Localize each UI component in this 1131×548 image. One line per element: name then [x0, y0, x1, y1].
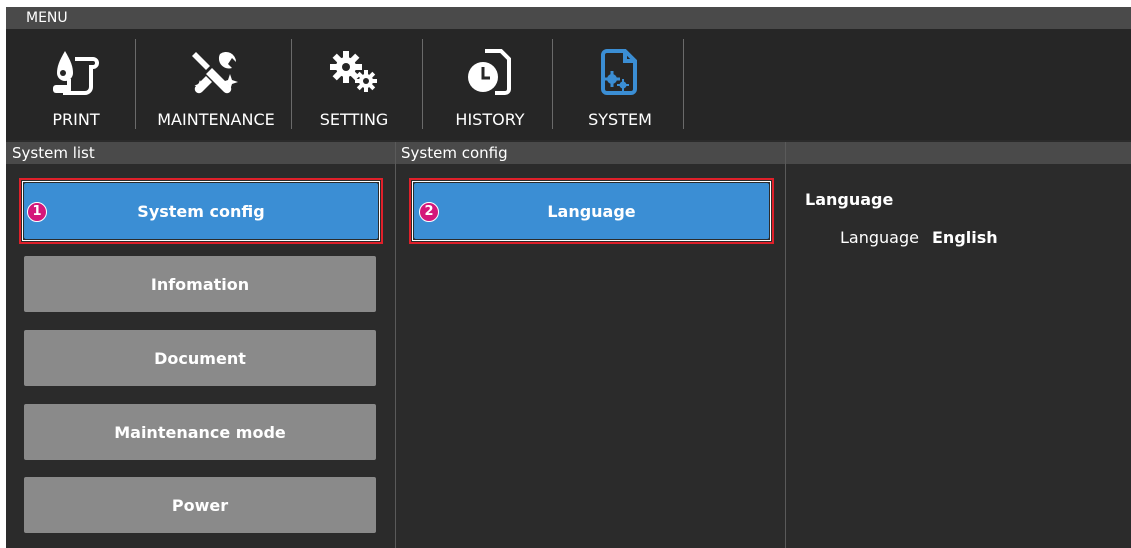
details-title: Language — [805, 190, 894, 209]
toolbar-divider — [135, 39, 136, 129]
system-config-panel: Language 2 — [396, 164, 785, 548]
language-key: Language — [840, 228, 919, 247]
toolbar-maintenance-button[interactable]: MAINTENANCE — [143, 39, 289, 129]
toolbar-maintenance-label: MAINTENANCE — [157, 110, 275, 129]
toolbar-divider — [552, 39, 553, 129]
toolbar-system-label: SYSTEM — [588, 110, 652, 129]
toolbar-divider — [291, 39, 292, 129]
details-header — [785, 142, 1131, 164]
print-icon — [46, 43, 106, 100]
system-list-panel: System config 1 Infomation Document Main… — [6, 164, 395, 548]
toolbar-history-button[interactable]: HISTORY — [430, 39, 550, 129]
toolbar-setting-button[interactable]: SETTING — [299, 39, 409, 129]
step-marker-1: 1 — [27, 202, 47, 222]
power-button[interactable]: Power — [24, 477, 376, 533]
toolbar-divider — [422, 39, 423, 129]
toolbar-history-label: HISTORY — [455, 110, 525, 129]
setting-icon — [324, 43, 384, 100]
step-marker-2: 2 — [419, 202, 439, 222]
language-value: English — [932, 228, 998, 247]
document-button[interactable]: Document — [24, 330, 376, 386]
system-config-header: System config — [395, 142, 785, 164]
toolbar-print-button[interactable]: PRINT — [26, 39, 126, 129]
maintenance-mode-button[interactable]: Maintenance mode — [24, 404, 376, 460]
toolbar-print-label: PRINT — [52, 110, 100, 129]
main-toolbar: PRINT MAINTENANCE SETTING HISTORY SYSTEM — [6, 29, 1131, 140]
details-panel: Language Language English — [786, 164, 1131, 548]
maintenance-icon — [186, 43, 246, 100]
system-list-header: System list — [6, 142, 395, 164]
system-icon — [590, 43, 650, 100]
toolbar-setting-label: SETTING — [319, 110, 389, 129]
language-button[interactable]: Language — [414, 183, 769, 239]
toolbar-divider — [683, 39, 684, 129]
system-config-button[interactable]: System config — [24, 183, 378, 239]
menu-title: MENU — [6, 7, 1131, 29]
history-icon — [460, 43, 520, 100]
infomation-button[interactable]: Infomation — [24, 256, 376, 312]
app-window: MENU PRINT MAINTENANCE SETTING HISTORY S… — [6, 7, 1131, 548]
toolbar-system-button[interactable]: SYSTEM — [560, 39, 680, 129]
